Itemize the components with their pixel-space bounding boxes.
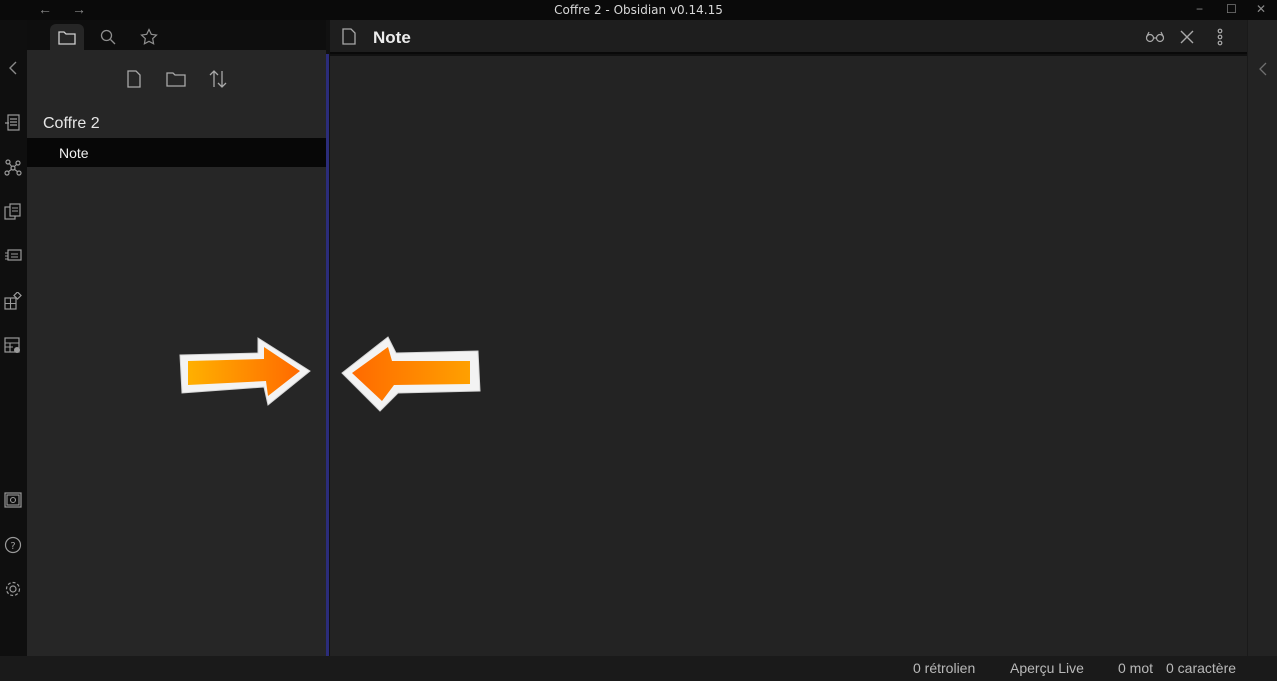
new-folder-icon xyxy=(166,72,186,87)
right-sidebar-collapsed xyxy=(1247,20,1277,656)
star-icon xyxy=(140,28,158,45)
slides-icon[interactable] xyxy=(3,246,23,266)
svg-text:?: ? xyxy=(10,541,15,552)
backlinks-count[interactable]: 0 rétrolien xyxy=(913,660,975,676)
expand-chevron-icon[interactable] xyxy=(1258,62,1268,76)
maximize-button[interactable]: ☐ xyxy=(1226,0,1237,18)
folder-icon xyxy=(58,30,76,45)
new-note-button[interactable] xyxy=(123,68,145,90)
search-icon xyxy=(100,29,116,45)
sort-button[interactable] xyxy=(207,68,229,90)
sidebar-tab-strip xyxy=(27,20,326,50)
status-bar: 0 rétrolien Aperçu Live 0 mot 0 caractèr… xyxy=(0,656,1277,681)
reading-view-button[interactable] xyxy=(1145,27,1165,47)
ribbon: ? xyxy=(0,20,27,656)
reading-view-icon xyxy=(1145,31,1165,43)
tab-starred[interactable] xyxy=(132,24,166,50)
minimize-button[interactable]: − xyxy=(1196,0,1203,18)
title-bar: ← → Coffre 2 - Obsidian v0.14.15 − ☐ ✕ xyxy=(0,0,1277,20)
table-icon[interactable] xyxy=(3,336,23,356)
help-icon[interactable]: ? xyxy=(3,535,23,555)
vault-icon[interactable] xyxy=(3,490,23,510)
tab-search[interactable] xyxy=(91,24,125,50)
close-window-button[interactable]: ✕ xyxy=(1256,0,1266,18)
more-options-button[interactable] xyxy=(1210,27,1230,47)
graph-icon[interactable] xyxy=(3,157,23,177)
templates-icon[interactable] xyxy=(3,202,23,222)
note-file-icon xyxy=(342,28,356,45)
arrow-right-icon xyxy=(179,337,311,406)
more-options-icon xyxy=(1217,28,1223,46)
new-note-icon xyxy=(127,70,141,88)
grid-icon[interactable] xyxy=(3,291,23,311)
character-count: 0 caractère xyxy=(1166,660,1237,676)
file-item-note[interactable]: Note xyxy=(27,138,326,167)
resize-handle[interactable] xyxy=(326,54,329,656)
sort-icon xyxy=(209,70,227,88)
note-title[interactable]: Note xyxy=(373,28,411,48)
file-item-label: Note xyxy=(59,145,89,161)
close-tab-button[interactable] xyxy=(1177,27,1197,47)
word-count: 0 mot xyxy=(1118,660,1154,676)
arrow-left-icon xyxy=(341,336,481,412)
editor-mode[interactable]: Aperçu Live xyxy=(1010,660,1084,676)
window-title: Coffre 2 - Obsidian v0.14.15 xyxy=(554,3,723,17)
collapse-chevron-icon[interactable] xyxy=(3,58,23,78)
new-folder-button[interactable] xyxy=(165,68,187,90)
settings-icon[interactable] xyxy=(3,579,23,599)
editor-tab-header: Note xyxy=(330,20,1247,54)
outline-icon[interactable] xyxy=(3,113,23,133)
tab-file-explorer[interactable] xyxy=(50,24,84,50)
close-icon xyxy=(1180,30,1194,44)
vault-name[interactable]: Coffre 2 xyxy=(43,115,100,133)
